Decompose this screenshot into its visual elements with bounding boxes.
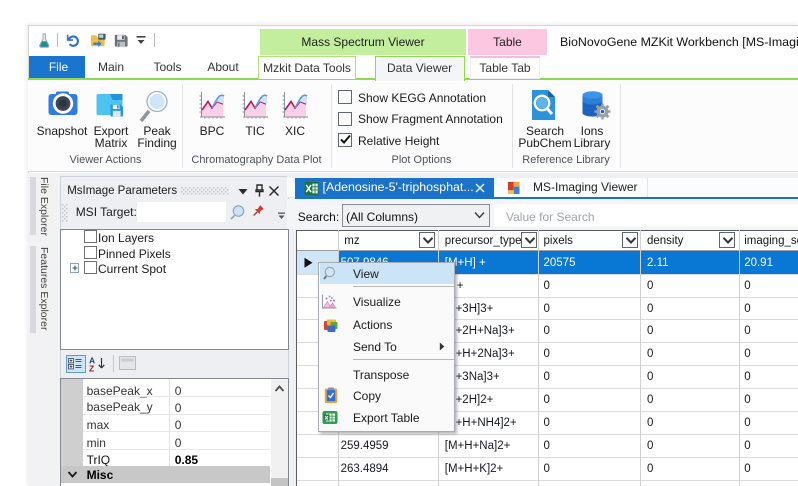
svg-text:Z: Z [89, 364, 94, 373]
